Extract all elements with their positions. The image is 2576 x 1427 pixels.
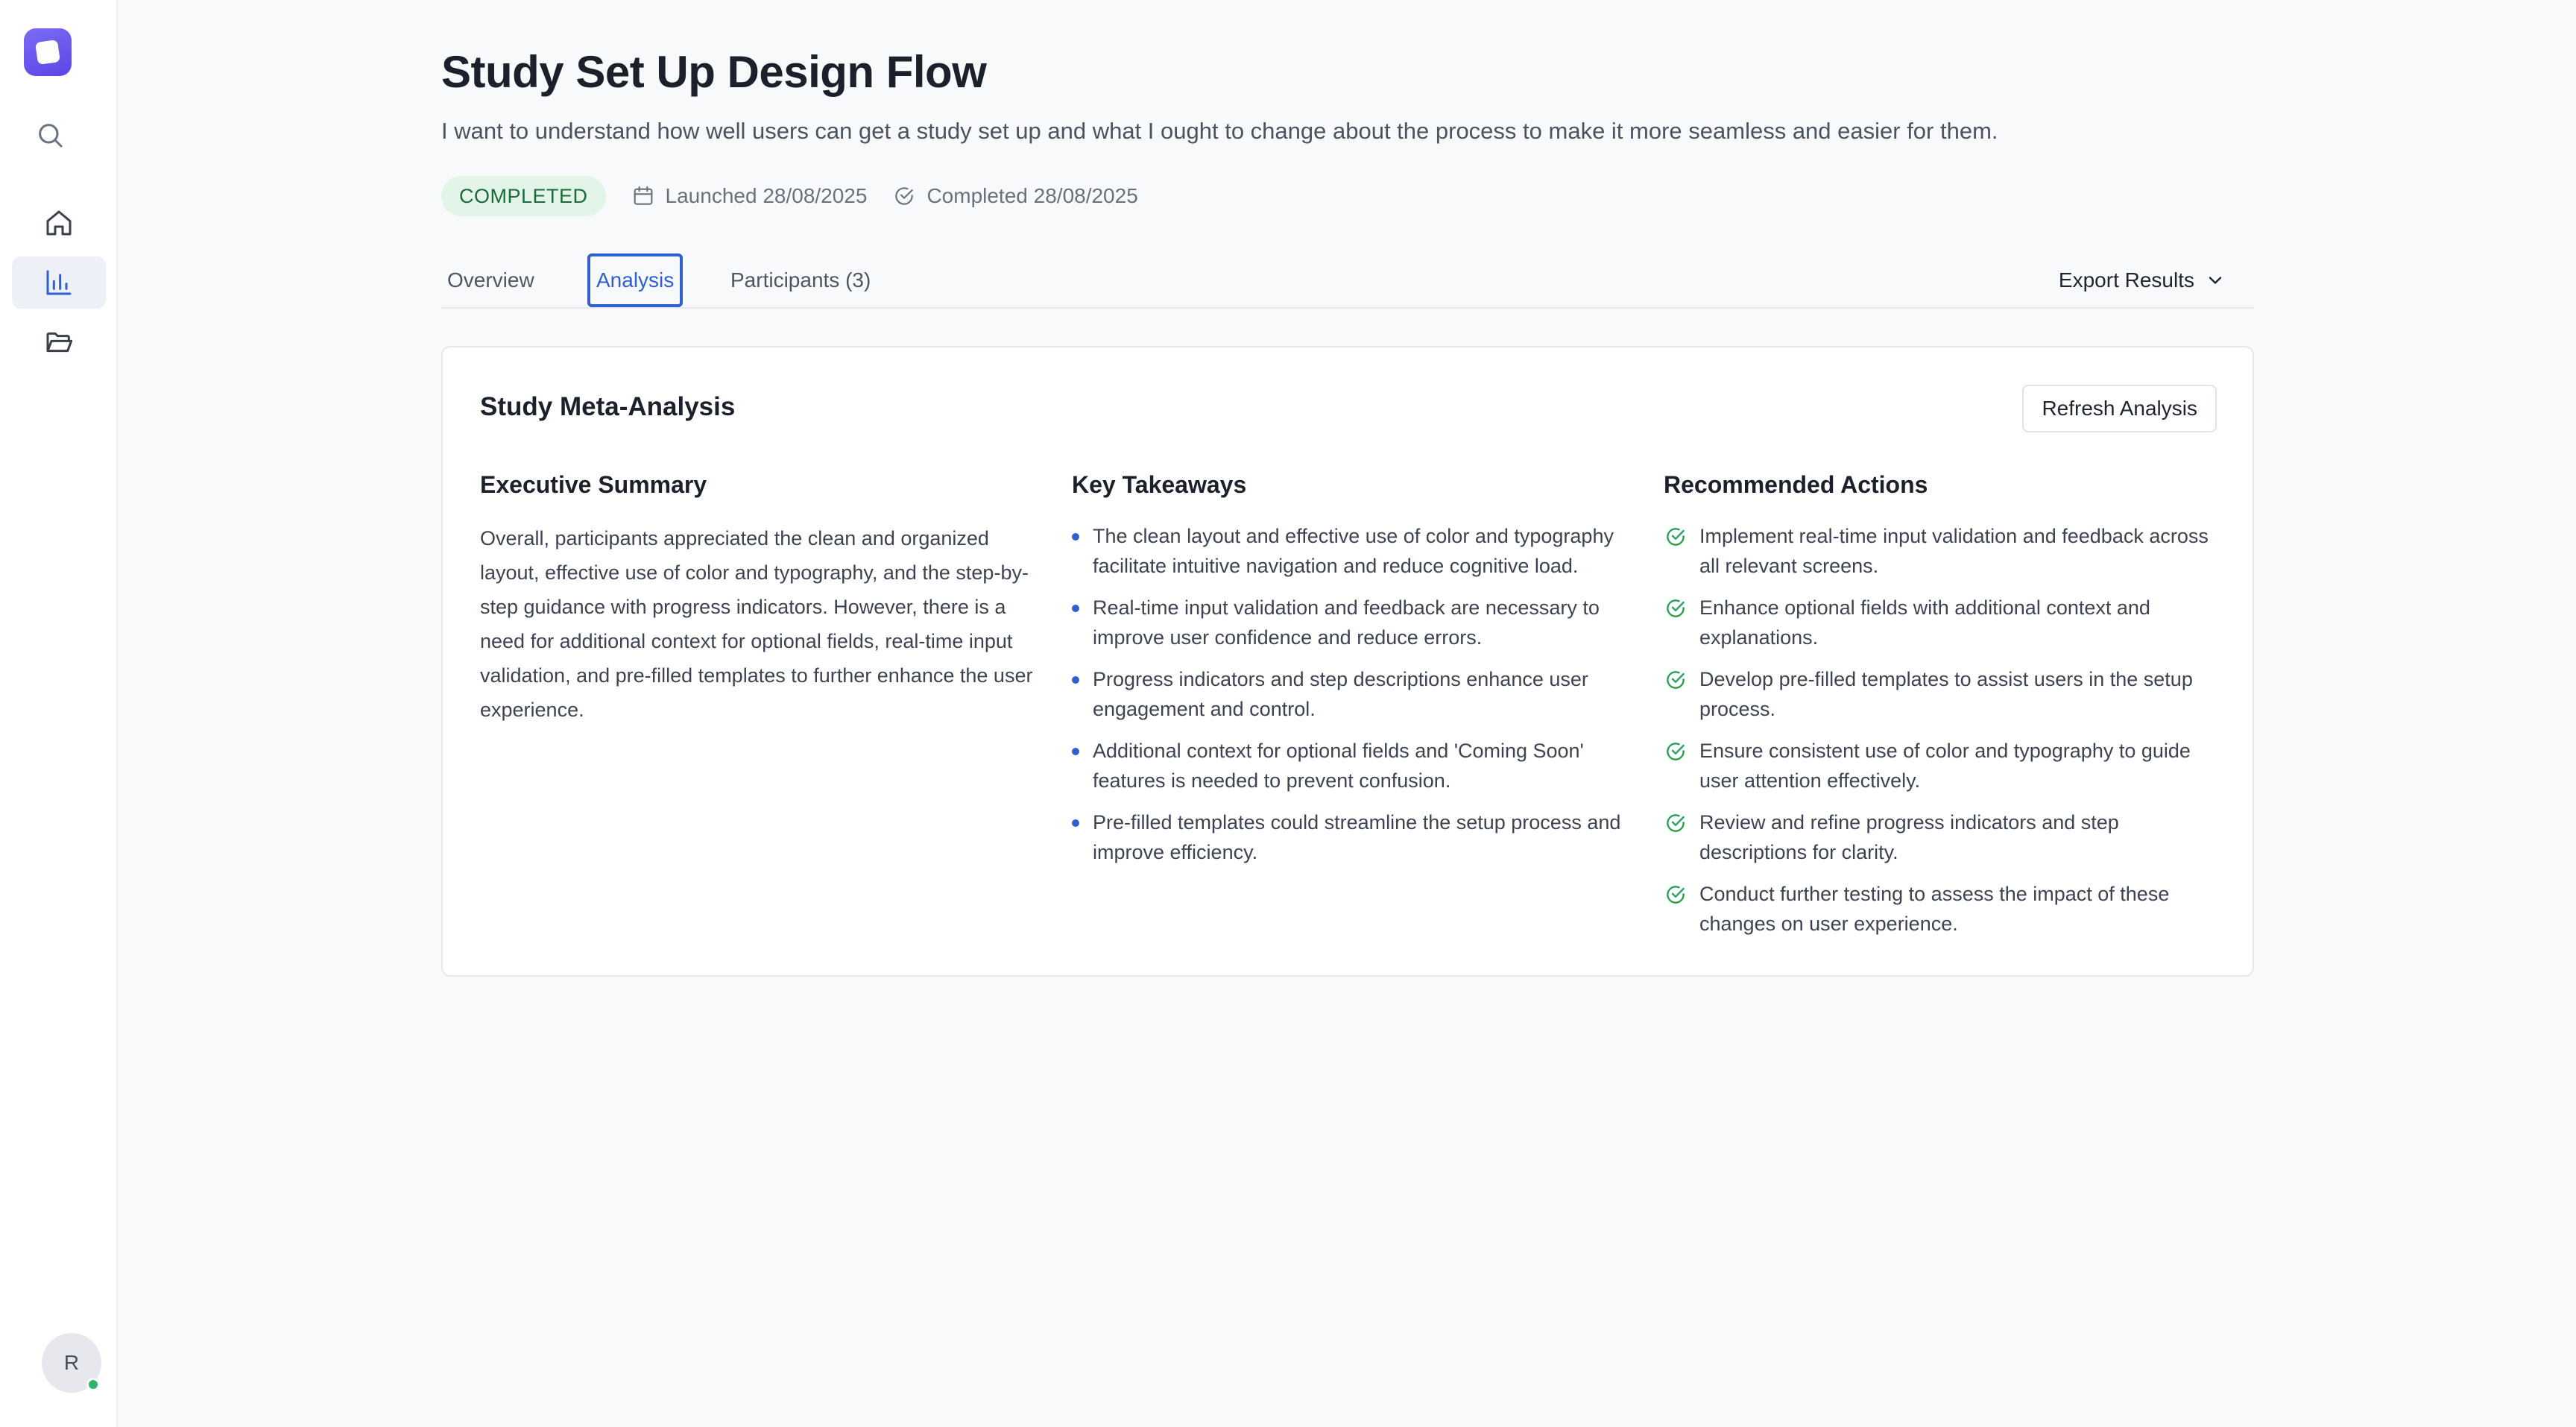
meta-analysis-card: Study Meta-Analysis Refresh Analysis Exe… [441,346,2254,977]
launched-date-text: Launched 28/08/2025 [665,184,868,207]
list-item: Develop pre-filled templates to assist u… [1664,664,2223,724]
list-item-text: Develop pre-filled templates to assist u… [1699,668,2193,720]
list-item: Ensure consistent use of color and typog… [1664,736,2223,796]
list-item-text: Ensure consistent use of color and typog… [1699,740,2191,792]
executive-summary-section: Executive Summary Overall, participants … [480,471,1039,727]
list-item: Review and refine progress indicators an… [1664,807,2223,867]
list-item-text: Conduct further testing to assess the im… [1699,883,2170,935]
list-item-text: Review and refine progress indicators an… [1699,811,2119,863]
list-item-text: Implement real-time input validation and… [1699,525,2209,577]
refresh-analysis-button[interactable]: Refresh Analysis [2022,385,2217,432]
completed-date: Completed 28/08/2025 [892,184,1138,208]
export-results-dropdown[interactable]: Export Results [2059,252,2226,309]
list-item: The clean layout and effective use of co… [1072,521,1631,581]
bullet-icon [1072,819,1079,827]
completed-date-text: Completed 28/08/2025 [926,184,1138,207]
sidebar-item-folders[interactable] [12,316,106,368]
page-description: I want to understand how well users can … [441,118,1998,144]
folder-open-icon [46,332,73,353]
check-circle-icon [1667,599,1685,617]
recommended-actions-title: Recommended Actions [1664,471,1928,498]
list-item-text: Real-time input validation and feedback … [1093,596,1600,649]
app-logo-icon[interactable] [24,28,72,76]
check-circle-icon [895,187,914,205]
avatar-initial: R [63,1351,80,1374]
app-root: R Study Set Up Design Flow I want to und… [0,0,2576,1427]
list-item-text: Additional context for optional fields a… [1093,740,1584,792]
tab-participants[interactable]: Participants (3) [730,252,871,309]
check-circle-icon [1667,671,1685,689]
chevron-down-icon [2209,277,2222,284]
tab-overview[interactable]: Overview [447,252,534,309]
tabs-bar: Overview Analysis Participants (3) Expor… [441,252,2254,309]
list-item: Conduct further testing to assess the im… [1664,879,2223,939]
export-results-label: Export Results [2058,268,2194,292]
bar-chart-icon [46,270,72,295]
check-circle-icon [1667,814,1685,832]
list-item: Pre-filled templates could streamline th… [1072,807,1631,867]
bullet-icon [1072,533,1079,541]
bullet-icon [1072,748,1079,755]
bullet-icon [1072,605,1079,612]
home-icon [46,210,72,236]
calendar-icon [634,186,652,205]
executive-summary-title: Executive Summary [480,471,707,498]
list-item: Progress indicators and step description… [1072,664,1631,724]
list-item: Real-time input validation and feedback … [1072,593,1631,652]
study-meta: COMPLETED Launched 28/08/2025 Completed … [441,176,1138,216]
sidebar-item-home[interactable] [12,197,106,249]
list-item-text: Pre-filled templates could streamline th… [1093,811,1621,863]
list-item: Additional context for optional fields a… [1072,736,1631,796]
key-takeaways-list: The clean layout and effective use of co… [1072,521,1631,867]
status-badge: COMPLETED [441,176,606,216]
page-title: Study Set Up Design Flow [441,47,987,97]
recommended-actions-list: Implement real-time input validation and… [1664,521,2223,939]
sidebar-item-analytics[interactable] [12,256,106,309]
bullet-icon [1072,676,1079,684]
card-title: Study Meta-Analysis [480,392,736,421]
recommended-actions-section: Recommended Actions Implement real-time … [1664,471,2223,951]
check-circle-icon [1667,886,1685,904]
list-item-text: Progress indicators and step description… [1093,668,1588,720]
launched-date: Launched 28/08/2025 [631,184,868,208]
sidebar: R [0,0,118,1427]
list-item-text: Enhance optional fields with additional … [1699,596,2150,649]
executive-summary-text: Overall, participants appreciated the cl… [480,527,1033,721]
list-item: Enhance optional fields with additional … [1664,593,2223,652]
online-status-dot [86,1378,100,1391]
list-item-text: The clean layout and effective use of co… [1093,525,1614,577]
search-icon[interactable] [24,109,76,161]
key-takeaways-section: Key Takeaways The clean layout and effec… [1072,471,1631,879]
key-takeaways-title: Key Takeaways [1072,471,1247,498]
list-item: Implement real-time input validation and… [1664,521,2223,581]
check-circle-icon [1667,743,1685,760]
tab-analysis[interactable]: Analysis [587,253,684,307]
check-circle-icon [1667,528,1685,546]
